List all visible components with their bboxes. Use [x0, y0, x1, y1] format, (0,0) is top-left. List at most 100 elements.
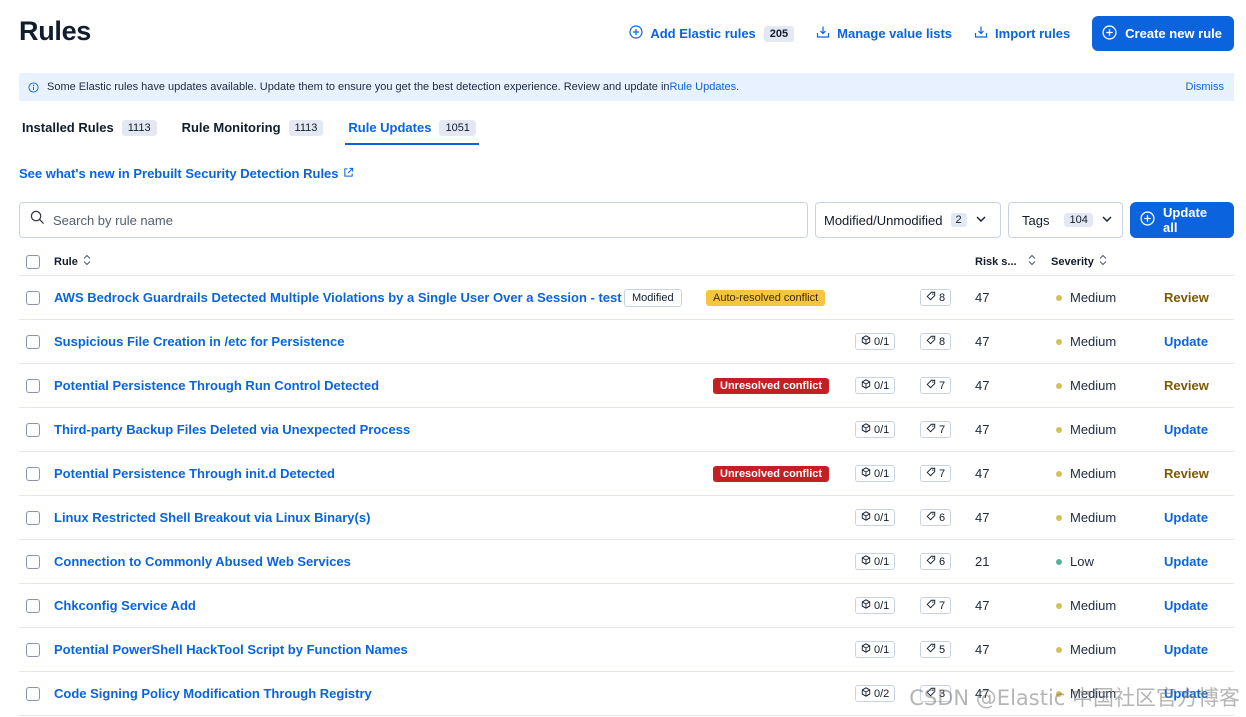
- row-checkbox[interactable]: [26, 334, 40, 349]
- row-checkbox[interactable]: [26, 378, 40, 393]
- rule-name-link[interactable]: Potential Persistence Through Run Contro…: [54, 378, 379, 393]
- row-checkbox[interactable]: [26, 422, 40, 437]
- version-count: 0/1: [874, 511, 890, 524]
- column-header-rule[interactable]: Rule: [54, 254, 92, 269]
- conflict-badge: Auto-resolved conflict: [706, 289, 826, 306]
- rule-name-link[interactable]: AWS Bedrock Guardrails Detected Multiple…: [54, 290, 622, 305]
- table-row: Connection to Commonly Abused Web Servic…: [19, 540, 1234, 584]
- severity-label: Low: [1070, 554, 1094, 569]
- add-elastic-rules-button[interactable]: Add Elastic rules 205: [629, 25, 795, 42]
- version-count: 0/1: [874, 423, 890, 436]
- tag-icon: [926, 423, 939, 436]
- rule-name-link[interactable]: Suspicious File Creation in /etc for Per…: [54, 334, 344, 349]
- version-chip: 0/2: [855, 685, 896, 702]
- external-link-icon: [339, 166, 354, 181]
- tags-filter-button[interactable]: Tags 104: [1008, 202, 1123, 238]
- row-checkbox[interactable]: [26, 510, 40, 525]
- row-checkbox[interactable]: [26, 642, 40, 657]
- select-all-checkbox[interactable]: [26, 254, 40, 269]
- tab-rule-updates[interactable]: Rule Updates 1051: [345, 110, 479, 145]
- severity: Medium: [1056, 422, 1116, 437]
- row-checkbox[interactable]: [26, 554, 40, 569]
- update-rule-button[interactable]: Update: [1164, 642, 1208, 657]
- modified-filter-button[interactable]: Modified/Unmodified 2: [815, 202, 1001, 238]
- update-rule-button[interactable]: Update: [1164, 334, 1208, 349]
- chevron-down-icon: [1093, 213, 1113, 228]
- severity: Low: [1056, 554, 1094, 569]
- rule-name-link[interactable]: Potential PowerShell HackTool Script by …: [54, 642, 408, 657]
- review-rule-button[interactable]: Review: [1164, 466, 1209, 481]
- severity-dot-icon: [1056, 514, 1062, 521]
- package-icon: [861, 643, 874, 656]
- review-rule-button[interactable]: Review: [1164, 290, 1209, 305]
- search-input[interactable]: [53, 212, 797, 228]
- manage-value-lists-button[interactable]: Manage value lists: [816, 25, 952, 42]
- rule-name-link[interactable]: Linux Restricted Shell Breakout via Linu…: [54, 510, 370, 525]
- severity-dot-icon: [1056, 338, 1062, 345]
- rule-name-link[interactable]: Connection to Commonly Abused Web Servic…: [54, 554, 351, 569]
- update-rule-button[interactable]: Update: [1164, 554, 1208, 569]
- table-row: Potential PowerShell HackTool Script by …: [19, 628, 1234, 672]
- table-header: Rule Risk s... Severity: [19, 248, 1234, 276]
- tags-chip: 5: [920, 641, 952, 658]
- import-rules-button[interactable]: Import rules: [974, 25, 1070, 42]
- tag-icon: [926, 643, 939, 656]
- rule-name-link[interactable]: Potential Persistence Through init.d Det…: [54, 466, 335, 481]
- severity-label: Medium: [1070, 642, 1117, 657]
- tag-count: 5: [939, 643, 946, 656]
- risk-score: 47: [975, 642, 990, 657]
- sort-icon: [1023, 254, 1037, 269]
- column-header-severity[interactable]: Severity: [1051, 254, 1108, 269]
- update-rule-button[interactable]: Update: [1164, 422, 1208, 437]
- tag-count: 8: [939, 335, 946, 348]
- risk-score: 47: [975, 334, 990, 349]
- package-icon: [861, 379, 874, 392]
- row-checkbox[interactable]: [26, 598, 40, 613]
- row-checkbox[interactable]: [26, 686, 40, 701]
- callout-suffix: .: [736, 81, 740, 93]
- column-header-risk-score[interactable]: Risk s...: [975, 254, 1037, 269]
- package-icon: [861, 687, 874, 700]
- chevron-down-icon: [967, 213, 987, 228]
- severity-label: Medium: [1070, 510, 1117, 525]
- create-new-rule-button[interactable]: Create new rule: [1092, 16, 1234, 51]
- update-rule-button[interactable]: Update: [1164, 598, 1208, 613]
- package-icon: [861, 555, 874, 568]
- tab-installed-rules[interactable]: Installed Rules 1113: [19, 110, 160, 145]
- info-icon: [28, 81, 39, 93]
- severity: Medium: [1056, 510, 1116, 525]
- update-rule-button[interactable]: Update: [1164, 686, 1208, 701]
- tags-filter-count: 104: [1064, 213, 1093, 227]
- risk-score: 47: [975, 686, 990, 701]
- rule-name-link[interactable]: Chkconfig Service Add: [54, 598, 196, 613]
- plus-circle-icon: [629, 25, 650, 42]
- rules-tabs: Installed Rules 1113 Rule Monitoring 111…: [19, 110, 498, 145]
- tag-icon: [926, 379, 939, 392]
- rule-updates-link[interactable]: Rule Updates: [670, 81, 737, 93]
- rule-name-link[interactable]: Third-party Backup Files Deleted via Une…: [54, 422, 410, 437]
- dismiss-button[interactable]: Dismiss: [1186, 81, 1225, 93]
- tab-count: 1113: [121, 119, 157, 136]
- tag-icon: [926, 511, 939, 524]
- version-count: 0/1: [874, 555, 890, 568]
- whats-new-link[interactable]: See what's new in Prebuilt Security Dete…: [19, 166, 354, 181]
- update-rule-button[interactable]: Update: [1164, 510, 1208, 525]
- add-elastic-rules-label: Add Elastic rules: [650, 26, 756, 41]
- rule-name-link[interactable]: Code Signing Policy Modification Through…: [54, 686, 372, 701]
- header-actions: Add Elastic rules 205 Manage value lists…: [629, 16, 1234, 51]
- row-checkbox[interactable]: [26, 466, 40, 481]
- row-checkbox[interactable]: [26, 290, 40, 305]
- tags-chip: 3: [920, 685, 952, 702]
- version-chip: 0/1: [855, 333, 896, 350]
- severity-label: Medium: [1070, 422, 1117, 437]
- conflict-badge: Unresolved conflict: [713, 377, 830, 394]
- update-all-button[interactable]: Update all: [1130, 202, 1234, 238]
- risk-score: 21: [975, 554, 990, 569]
- review-rule-button[interactable]: Review: [1164, 378, 1209, 393]
- tags-chip: 6: [920, 553, 952, 570]
- version-chip: 0/1: [855, 597, 896, 614]
- tab-rule-monitoring[interactable]: Rule Monitoring 1113: [179, 110, 327, 145]
- severity-label: Medium: [1070, 466, 1117, 481]
- severity-label: Medium: [1070, 598, 1117, 613]
- severity-dot-icon: [1056, 426, 1062, 433]
